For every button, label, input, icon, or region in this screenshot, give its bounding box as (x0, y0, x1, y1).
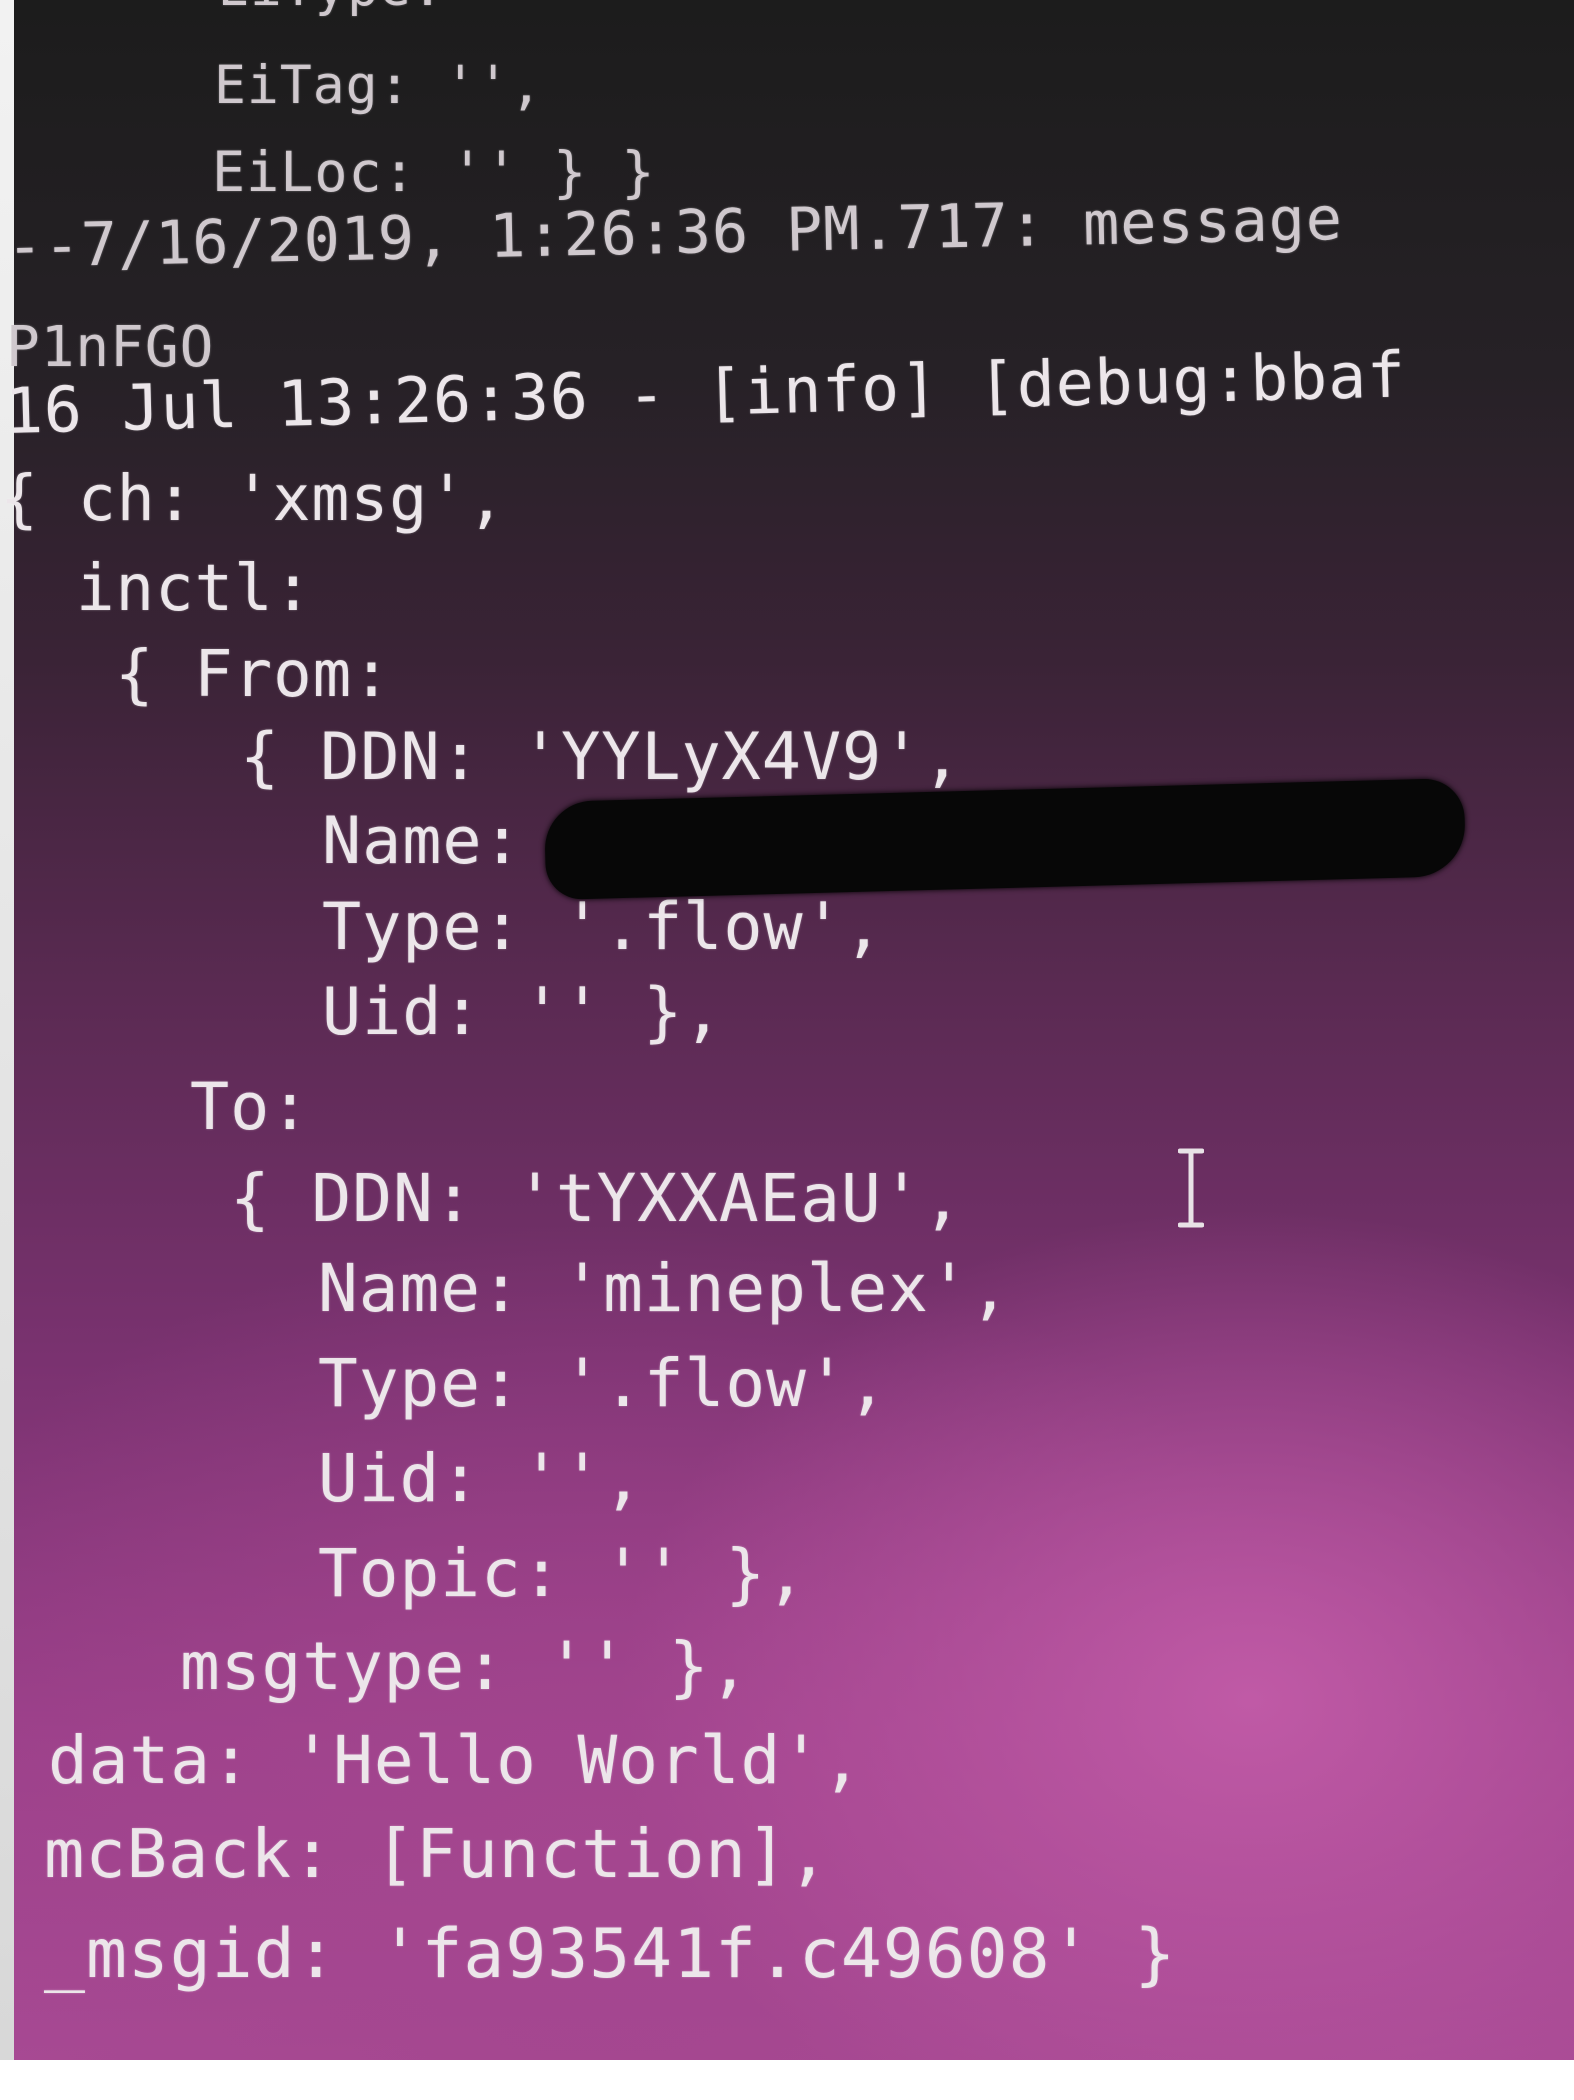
log-line: mcBack: [Function], (44, 1815, 830, 1893)
log-line: { ch: 'xmsg', (0, 462, 507, 535)
screen-edge (0, 0, 14, 2060)
photo-border (0, 2060, 1574, 2100)
log-line: { DDN: 'tYXXAEaU', (230, 1160, 964, 1237)
redaction-mark (543, 777, 1467, 901)
log-line: Topic: '' }, (318, 1535, 807, 1612)
log-line: EiType: '' (218, 0, 541, 18)
log-line: EiTag: '', (214, 55, 544, 116)
log-line: Uid: '' }, (322, 975, 724, 1050)
log-line: inctl: (76, 552, 314, 626)
log-line: Type: '.flow', (318, 1345, 889, 1422)
log-line: Uid: '', (318, 1440, 644, 1517)
log-line: Type: '.flow', (322, 890, 884, 965)
log-line: data: 'Hello World', (48, 1722, 863, 1799)
log-line: To: (190, 1070, 311, 1145)
log-line: { From: (115, 638, 392, 712)
log-line: EiLoc: '' } } (212, 140, 656, 204)
log-line: Name: (322, 804, 523, 879)
log-line: _msgid: 'fa93541f.c49608' } (44, 1915, 1177, 1994)
log-line: --7/16/2019, 1:26:36 PM.717: message (6, 184, 1344, 282)
log-line: 16 Jul 13:26:36 - [info] [debug:bbaf (4, 338, 1407, 448)
terminal-window[interactable]: EiType: '' EiTag: '', EiLoc: '' } } --7/… (0, 0, 1574, 2060)
text-cursor-icon (1178, 1148, 1204, 1228)
log-line: { DDN: 'YYLyX4V9', (240, 720, 963, 795)
log-line: Name: 'mineplex', (318, 1250, 1011, 1327)
log-line: msgtype: '' }, (180, 1628, 751, 1705)
